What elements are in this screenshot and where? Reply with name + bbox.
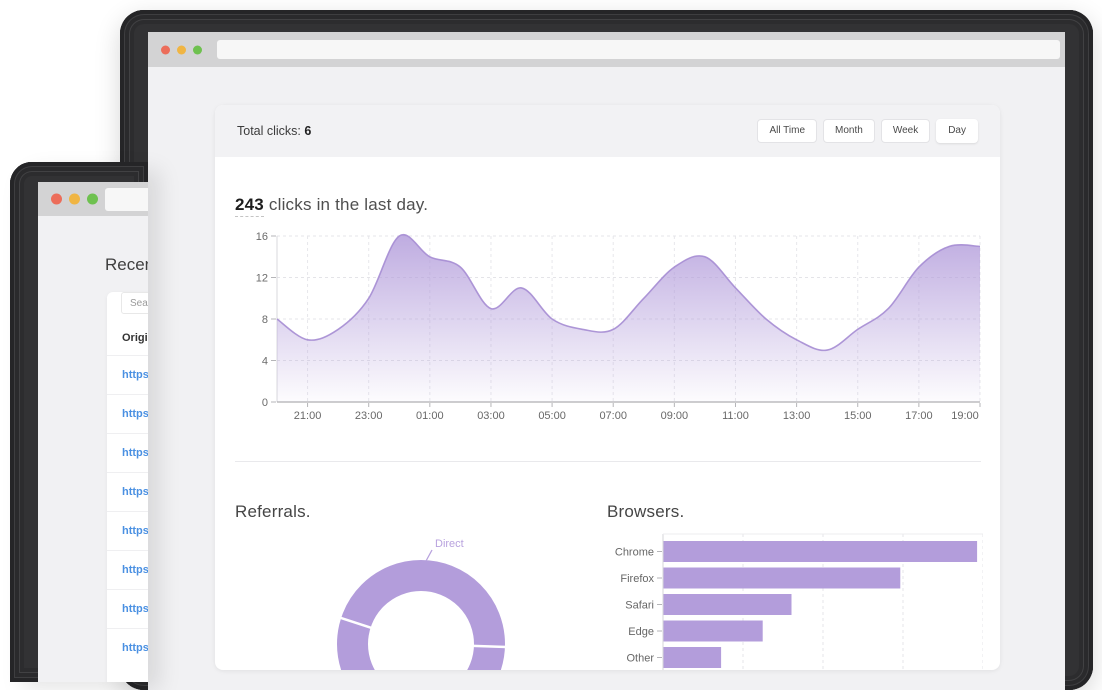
svg-text:15:00: 15:00	[844, 410, 872, 421]
close-button-icon[interactable]	[51, 194, 62, 205]
svg-text:13:00: 13:00	[783, 410, 811, 421]
svg-text:09:00: 09:00	[661, 410, 689, 421]
total-clicks-label: Total clicks:	[237, 124, 304, 138]
address-bar[interactable]	[105, 188, 148, 211]
svg-text:16: 16	[256, 231, 268, 243]
link-row[interactable]: https:	[107, 511, 148, 550]
range-filter: All Time Month Week Day	[757, 119, 978, 143]
svg-text:8: 8	[262, 314, 268, 326]
bar-category-label: Edge	[628, 626, 654, 638]
svg-text:12: 12	[256, 273, 268, 285]
total-clicks-value: 6	[304, 124, 311, 138]
maximize-button-icon[interactable]	[87, 194, 98, 205]
link-url[interactable]: https:	[122, 564, 148, 576]
link-url[interactable]: https:	[122, 642, 148, 654]
link-row[interactable]: https:	[107, 433, 148, 472]
browsers-bar-chart: Chrome Firefox Safari Edge Other	[607, 530, 983, 670]
link-row[interactable]: https:	[107, 589, 148, 628]
link-row[interactable]: https:	[107, 355, 148, 394]
bar-category-label: Other	[626, 653, 654, 665]
svg-text:07:00: 07:00	[599, 410, 627, 421]
browser-viewport: Total clicks: 6 All Time Month Week Day …	[148, 67, 1065, 690]
svg-text:05:00: 05:00	[538, 410, 566, 421]
referrals-heading: Referrals.	[235, 502, 607, 522]
analytics-card-header: Total clicks: 6 All Time Month Week Day	[215, 105, 1000, 157]
bar-category-label: Chrome	[615, 547, 654, 559]
search-input[interactable]	[121, 292, 148, 314]
close-button-icon[interactable]	[161, 45, 170, 54]
bottom-sections: Referrals. Direct Browsers. Chrome Firefo…	[235, 502, 995, 670]
all-time-button[interactable]: All Time	[757, 119, 817, 143]
svg-text:0: 0	[262, 397, 268, 409]
svg-text:19:00: 19:00	[951, 410, 979, 421]
analytics-card-body: 243 clicks in the last day. 0 4 8 12 16 21:00…	[215, 195, 1000, 670]
link-url[interactable]: https:	[122, 447, 148, 459]
link-url[interactable]: https:	[122, 603, 148, 615]
link-row[interactable]: https:	[107, 394, 148, 433]
svg-text:03:00: 03:00	[477, 410, 505, 421]
clicks-headline: 243 clicks in the last day.	[235, 195, 995, 215]
clicks-area-chart: 0 4 8 12 16 21:00 23:00 01:00 03:00 05:00 07:00 09:…	[235, 229, 995, 421]
recent-links-heading: Recen	[105, 255, 148, 275]
clicks-count: 243	[235, 195, 264, 217]
maximize-button-icon[interactable]	[193, 45, 202, 54]
browser-titlebar	[38, 182, 148, 216]
month-button[interactable]: Month	[823, 119, 875, 143]
bar-category-label: Safari	[625, 600, 654, 612]
browser-titlebar	[148, 32, 1065, 67]
link-row[interactable]: https:	[107, 628, 148, 667]
links-card: Origi https: https: https: https: https:…	[107, 292, 148, 682]
svg-text:11:00: 11:00	[722, 410, 749, 421]
svg-text:23:00: 23:00	[355, 410, 383, 421]
svg-text:01:00: 01:00	[416, 410, 444, 421]
svg-text:21:00: 21:00	[294, 410, 322, 421]
clicks-headline-text: clicks in the last day.	[264, 195, 428, 214]
referrals-donut-chart: Direct	[235, 530, 607, 670]
referrals-section: Referrals. Direct	[235, 502, 607, 670]
window-controls	[161, 45, 202, 54]
window-controls	[51, 194, 98, 205]
bar-category-label: Firefox	[620, 573, 654, 585]
browsers-section: Browsers. Chrome Firefox Safari Edge Other	[607, 502, 995, 670]
browser-viewport: Recen Origi https: https: https: https: …	[38, 216, 148, 682]
link-url[interactable]: https:	[122, 369, 148, 381]
total-clicks: Total clicks: 6	[237, 124, 311, 138]
link-url[interactable]: https:	[122, 525, 148, 537]
minimize-button-icon[interactable]	[177, 45, 186, 54]
analytics-card: Total clicks: 6 All Time Month Week Day …	[215, 105, 1000, 670]
browsers-heading: Browsers.	[607, 502, 995, 522]
link-url[interactable]: https:	[122, 486, 148, 498]
svg-text:17:00: 17:00	[905, 410, 933, 421]
link-row[interactable]: https:	[107, 472, 148, 511]
link-row[interactable]: https:	[107, 550, 148, 589]
direct-slice-label: Direct	[435, 538, 464, 550]
background-browser-window: Recen Origi https: https: https: https: …	[10, 162, 148, 682]
week-button[interactable]: Week	[881, 119, 930, 143]
original-url-column-header: Origi	[122, 332, 148, 344]
minimize-button-icon[interactable]	[69, 194, 80, 205]
address-bar[interactable]	[217, 40, 1060, 59]
section-divider	[235, 461, 981, 462]
link-url[interactable]: https:	[122, 408, 148, 420]
main-browser-window: Total clicks: 6 All Time Month Week Day …	[120, 10, 1093, 690]
day-button[interactable]: Day	[936, 119, 978, 143]
svg-text:4: 4	[262, 356, 268, 368]
